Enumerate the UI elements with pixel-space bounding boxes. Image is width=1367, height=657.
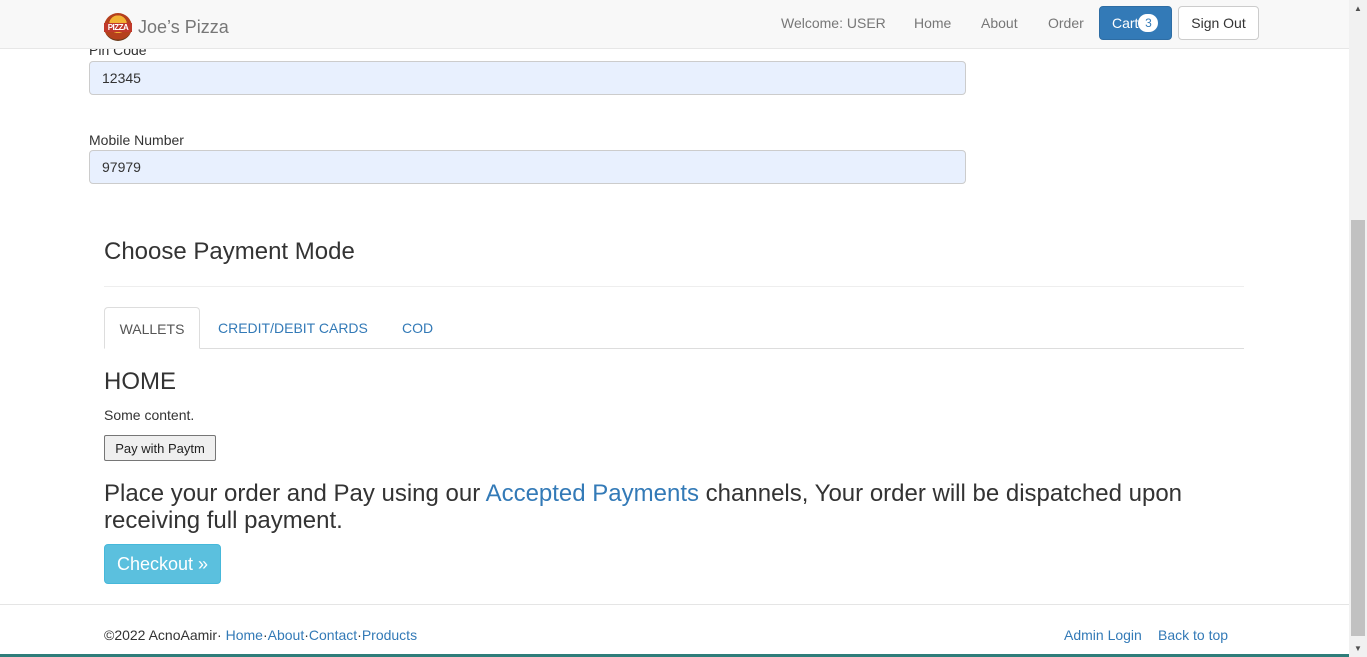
cart-count-badge: 3 (1138, 14, 1159, 32)
nav-home[interactable]: Home (914, 15, 951, 31)
back-to-top-link[interactable]: Back to top (1158, 627, 1228, 643)
footer-link-home[interactable]: Home (226, 627, 263, 643)
footer-divider (0, 604, 1349, 605)
navbar: PIZZA Joe’s Pizza Welcome: USER Home Abo… (0, 0, 1349, 49)
pin-code-input[interactable] (89, 61, 966, 95)
order-info-text: Place your order and Pay using our Accep… (104, 480, 1183, 534)
mobile-number-input[interactable] (89, 150, 966, 184)
cart-label: Cart (1112, 15, 1139, 31)
mobile-number-label: Mobile Number (89, 132, 184, 148)
brand-name[interactable]: Joe’s Pizza (138, 17, 229, 38)
payment-mode-title: Choose Payment Mode (104, 238, 355, 265)
cart-button[interactable]: Cart 3 (1099, 6, 1172, 40)
footer-link-products[interactable]: Products (362, 627, 417, 643)
pizza-logo-icon: PIZZA (104, 13, 132, 41)
tab-pane-text: Some content. (104, 407, 195, 423)
tab-credit-debit-cards[interactable]: CREDIT/DEBIT CARDS (218, 307, 368, 349)
footer-link-about[interactable]: About (268, 627, 305, 643)
sign-out-button[interactable]: Sign Out (1178, 6, 1259, 40)
scrollbar-thumb[interactable] (1351, 220, 1365, 636)
checkout-button[interactable]: Checkout » (104, 544, 221, 584)
admin-login-link[interactable]: Admin Login (1064, 627, 1142, 643)
scroll-down-arrow-icon[interactable]: ▼ (1349, 640, 1367, 657)
tab-wallets[interactable]: WALLETS (104, 307, 200, 349)
divider (104, 286, 1244, 287)
footer-link-contact[interactable]: Contact (309, 627, 357, 643)
brand[interactable]: PIZZA Joe’s Pizza (104, 13, 229, 41)
tab-pane-heading: HOME (104, 368, 176, 395)
tab-cod[interactable]: COD (402, 307, 433, 349)
footer-copyright: ©2022 AcnoAamir· Home·About·Contact·Prod… (104, 627, 418, 643)
nav-about[interactable]: About (981, 15, 1018, 31)
accepted-payments-link[interactable]: Accepted Payments (486, 480, 699, 507)
scroll-up-arrow-icon[interactable]: ▲ (1349, 0, 1367, 17)
nav-order[interactable]: Order (1048, 15, 1084, 31)
welcome-text: Welcome: USER (781, 15, 886, 31)
pay-with-paytm-button[interactable]: Pay with Paytm (104, 435, 216, 461)
